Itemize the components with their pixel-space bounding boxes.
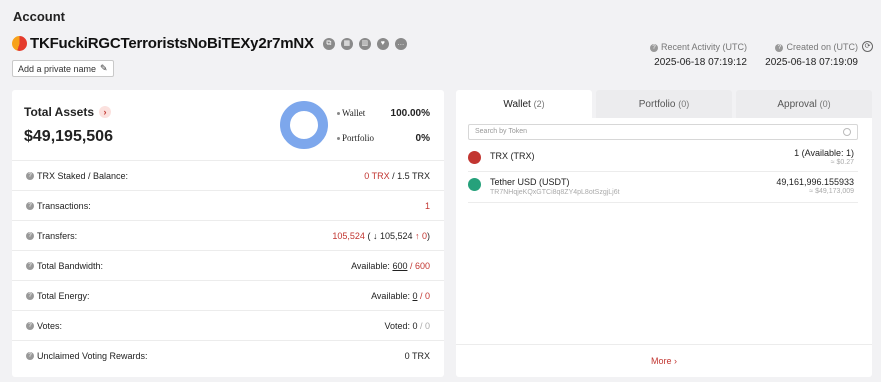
bandwidth-available: 600 bbox=[392, 260, 408, 271]
legend-wallet-percent: 100.00% bbox=[390, 108, 430, 119]
row-value: Available: bbox=[371, 290, 413, 301]
edit-icon: ✎ bbox=[100, 63, 108, 73]
transfers-out: ↑ 0 bbox=[414, 230, 427, 241]
row-transfers: ? Transfers: 105,524 ( ↓ 105,524 ↑ 0) bbox=[12, 220, 444, 250]
trx-icon bbox=[468, 151, 481, 164]
legend-portfolio: Portfolio bbox=[337, 133, 374, 143]
add-private-name-label: Add a private name bbox=[18, 63, 97, 74]
total-assets-value: $49,195,506 bbox=[24, 128, 113, 145]
token-amount: 1 (Available: 1) bbox=[794, 148, 854, 158]
copy-icon[interactable]: ⧉ bbox=[322, 37, 335, 50]
help-icon[interactable]: ? bbox=[26, 201, 34, 210]
token-contract[interactable]: TR7NHqjeKQxGTCi8q8ZY4pL8otSzgjLj6t bbox=[490, 189, 620, 196]
legend-portfolio-percent: 0% bbox=[415, 133, 430, 144]
tab-count: (0) bbox=[678, 99, 690, 109]
transfers-close: ) bbox=[427, 230, 430, 241]
row-value[interactable]: 1 bbox=[425, 201, 430, 211]
recent-activity-label: Recent Activity (UTC) bbox=[660, 42, 747, 52]
recent-activity-value: 2025-06-18 07:19:12 bbox=[654, 57, 747, 68]
row-value[interactable]: 0 TRX bbox=[364, 171, 389, 181]
row-value: Voted: bbox=[384, 320, 413, 331]
token-amount: 49,161,996.155933 bbox=[776, 177, 854, 187]
transfers-in: ( ↓ 105,524 bbox=[367, 230, 415, 241]
created-on: ? Created on (UTC) 2025-06-18 07:19:09 bbox=[765, 42, 858, 68]
bandwidth-total: / 600 bbox=[407, 260, 430, 271]
row-value: Available: bbox=[351, 260, 393, 271]
help-icon[interactable]: ? bbox=[26, 291, 34, 300]
account-address: TKFuckiRGCTerroristsNoBiTEXy2r7mNX bbox=[30, 35, 314, 52]
row-label: TRX Staked / Balance: bbox=[37, 170, 129, 181]
help-icon[interactable]: ? bbox=[26, 321, 34, 330]
row-votes: ? Votes: Voted: 0 / 0 bbox=[12, 310, 444, 340]
tab-label: Wallet bbox=[503, 99, 531, 110]
tab-wallet[interactable]: Wallet (2) bbox=[456, 90, 592, 118]
recent-activity: ? Recent Activity (UTC) 2025-06-18 07:19:… bbox=[649, 42, 747, 68]
asset-detail-rows: ? TRX Staked / Balance: 0 TRX / 1.5 TRX ?… bbox=[12, 160, 444, 370]
row-unclaimed-rewards: ? Unclaimed Voting Rewards: 0 TRX bbox=[12, 340, 444, 370]
token-usd-value: ≈ $0.27 bbox=[830, 159, 854, 166]
tab-count: (0) bbox=[819, 99, 831, 109]
row-label: Total Energy: bbox=[37, 290, 90, 301]
address-row: TKFuckiRGCTerroristsNoBiTEXy2r7mNX ⧉ ▦ ▥… bbox=[12, 35, 407, 52]
tab-approval[interactable]: Approval (0) bbox=[736, 90, 872, 118]
usdt-icon bbox=[468, 178, 481, 191]
tab-portfolio[interactable]: Portfolio (0) bbox=[596, 90, 732, 118]
help-icon[interactable]: ? bbox=[26, 171, 34, 180]
clock-icon[interactable]: ⟳ bbox=[862, 41, 873, 52]
row-label: Votes: bbox=[37, 320, 63, 331]
qr-code-icon[interactable]: ▦ bbox=[340, 37, 353, 50]
votes-total: / 0 bbox=[417, 320, 430, 331]
token-row[interactable]: TRX (TRX) 1 (Available: 1) ≈ $0.27 bbox=[468, 146, 858, 172]
tab-count: (2) bbox=[533, 99, 545, 109]
tab-label: Portfolio bbox=[638, 99, 676, 110]
row-trx-staked: ? TRX Staked / Balance: 0 TRX / 1.5 TRX bbox=[12, 160, 444, 190]
token-row[interactable]: Tether USD (USDT) TR7NHqjeKQxGTCi8q8ZY4p… bbox=[468, 172, 858, 203]
help-icon[interactable]: ? bbox=[26, 351, 34, 360]
legend-wallet: Wallet bbox=[337, 108, 365, 118]
help-icon[interactable]: ? bbox=[649, 43, 658, 52]
asset-donut-chart bbox=[280, 101, 328, 149]
help-icon[interactable]: ? bbox=[775, 43, 784, 52]
chevron-right-icon[interactable]: › bbox=[99, 106, 112, 118]
token-tabs: Wallet (2) Portfolio (0) Approval (0) bbox=[456, 90, 872, 118]
created-on-value: 2025-06-18 07:19:09 bbox=[765, 57, 858, 68]
help-icon[interactable]: ? bbox=[26, 261, 34, 270]
favorite-icon[interactable]: ♥ bbox=[376, 37, 389, 50]
search-placeholder: Search by Token bbox=[475, 128, 528, 135]
row-transactions: ? Transactions: 1 bbox=[12, 190, 444, 220]
help-icon[interactable]: ? bbox=[26, 231, 34, 240]
more-icon[interactable]: … bbox=[394, 37, 407, 50]
tab-label: Approval bbox=[777, 99, 817, 110]
row-bandwidth: ? Total Bandwidth: Available: 600 / 600 bbox=[12, 250, 444, 280]
token-name[interactable]: TRX (TRX) bbox=[490, 151, 535, 161]
search-icon[interactable] bbox=[843, 128, 851, 136]
row-label: Transactions: bbox=[37, 200, 91, 211]
add-private-name-button[interactable]: Add a private name ✎ bbox=[12, 60, 114, 77]
tokens-card: Wallet (2) Portfolio (0) Approval (0) Se… bbox=[456, 90, 872, 377]
row-value-secondary: / 1.5 TRX bbox=[389, 170, 430, 181]
token-search-input[interactable]: Search by Token bbox=[468, 124, 858, 140]
total-assets-text: Total Assets bbox=[24, 105, 95, 119]
total-assets-card: Total Assets › $49,195,506 Wallet 100.00… bbox=[12, 90, 444, 377]
token-usd-value: ≈ $49,173,009 bbox=[809, 188, 854, 195]
row-label: Unclaimed Voting Rewards: bbox=[37, 350, 148, 361]
total-assets-label[interactable]: Total Assets › bbox=[24, 105, 112, 119]
page-title: Account bbox=[13, 9, 65, 24]
analytics-icon[interactable]: ▥ bbox=[358, 37, 371, 50]
row-energy: ? Total Energy: Available: 0 / 0 bbox=[12, 280, 444, 310]
token-name[interactable]: Tether USD (USDT) bbox=[490, 177, 570, 187]
row-label: Total Bandwidth: bbox=[37, 260, 104, 271]
created-on-label: Created on (UTC) bbox=[786, 42, 858, 52]
row-value: 0 TRX bbox=[404, 350, 430, 361]
tron-logo-icon bbox=[12, 36, 27, 51]
more-link[interactable]: More › bbox=[456, 344, 872, 377]
row-value[interactable]: 105,524 bbox=[332, 231, 365, 241]
energy-total: / 0 bbox=[417, 290, 430, 301]
row-label: Transfers: bbox=[37, 230, 78, 241]
wallet-panel: Search by Token TRX (TRX) 1 (Available: … bbox=[456, 118, 872, 377]
